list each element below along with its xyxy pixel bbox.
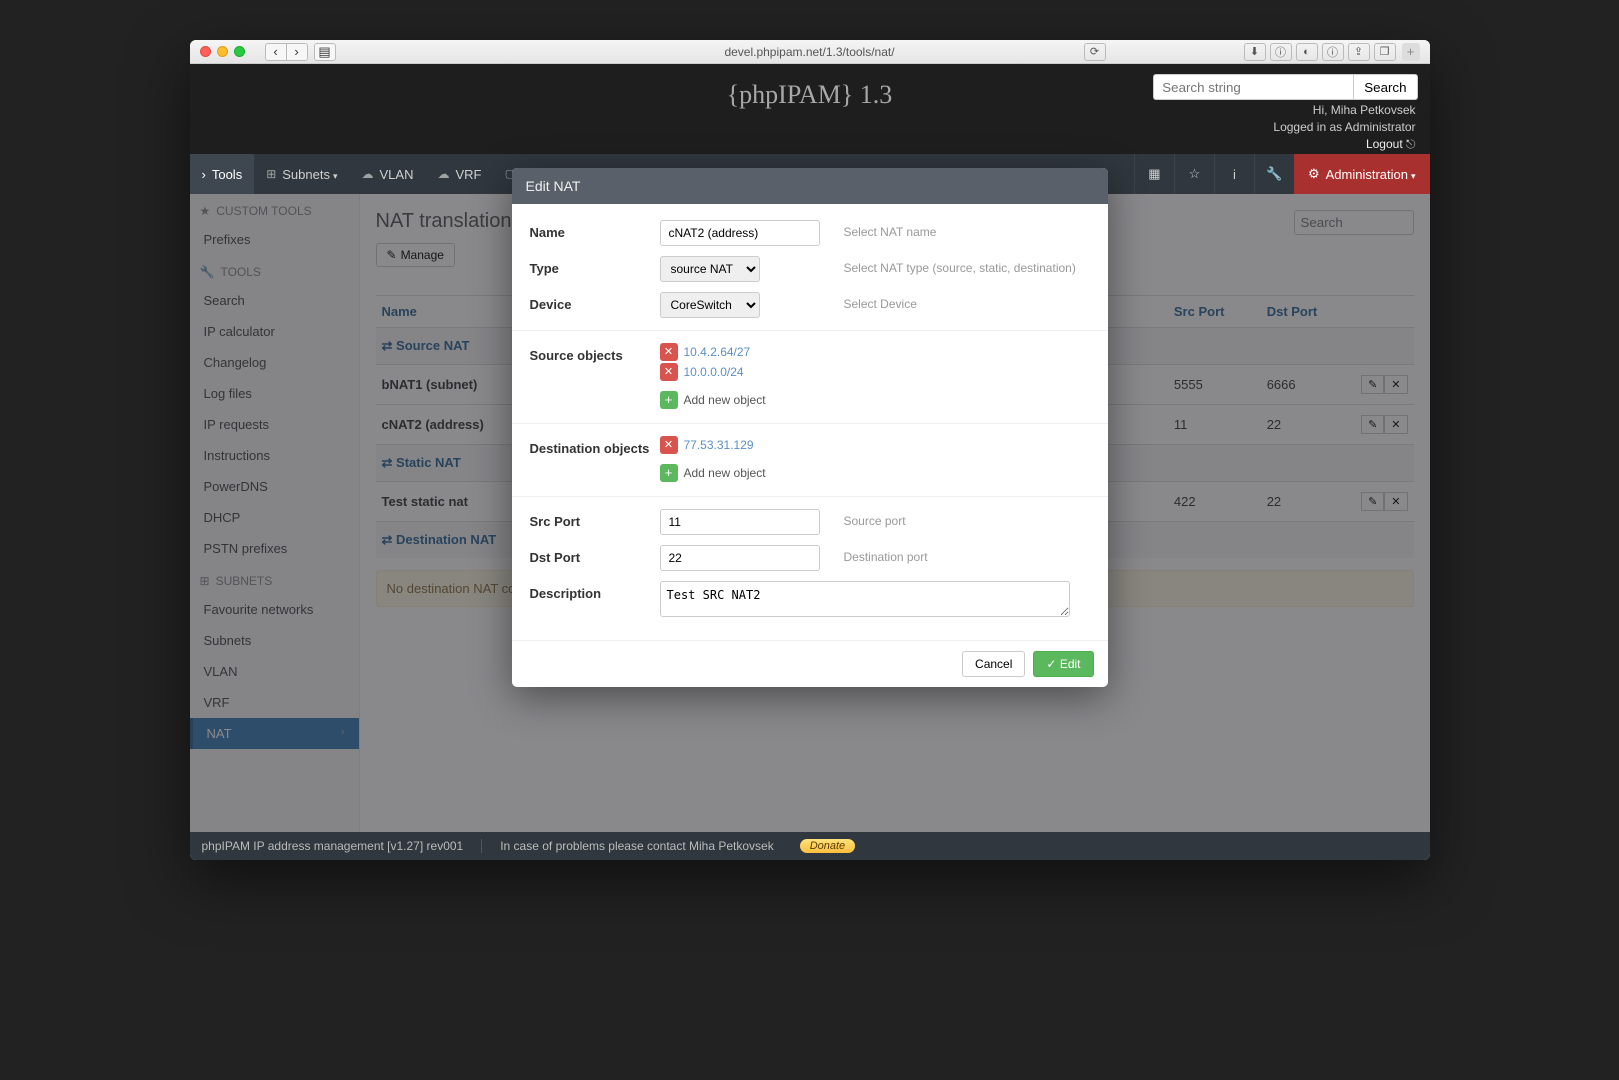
check-icon: ✓ — [1046, 657, 1056, 671]
nat-type-select[interactable]: source NAT — [660, 256, 760, 282]
share-icon[interactable]: ⇪ — [1348, 43, 1370, 61]
user-greeting: Hi, Miha Petkovsek — [1273, 102, 1415, 119]
edit-nat-modal: Edit NAT Name Select NAT name Type sourc… — [512, 168, 1108, 687]
footer: phpIPAM IP address management [v1.27] re… — [190, 832, 1430, 860]
label-src-port: Src Port — [530, 509, 660, 535]
nav-dashboard-button[interactable]: ▦ — [1134, 154, 1174, 194]
nav-favourites-button[interactable]: ☆ — [1174, 154, 1214, 194]
user-role: Logged in as Administrator — [1273, 119, 1415, 136]
chevron-right-icon — [202, 167, 206, 182]
help-type: Select NAT type (source, static, destina… — [844, 256, 1076, 282]
help-src-port: Source port — [844, 509, 906, 535]
nav-item-subnets[interactable]: ⊞Subnets — [254, 154, 349, 194]
nat-name-input[interactable] — [660, 220, 820, 246]
nav-info-button[interactable]: i — [1214, 154, 1254, 194]
global-search-button[interactable]: Search — [1353, 74, 1417, 100]
remove-source-object-button[interactable]: ✕ — [660, 363, 678, 381]
logout-icon: ⎋ — [1406, 137, 1416, 151]
label-destination-objects: Destination objects — [530, 436, 660, 484]
cloud-icon: ☁ — [437, 167, 449, 181]
url-bar[interactable]: devel.phpipam.net/1.3/tools/nat/ — [724, 45, 894, 59]
logout-link[interactable]: Logout — [1366, 137, 1403, 151]
label-source-objects: Source objects — [530, 343, 660, 411]
source-object-link[interactable]: 10.4.2.64/27 — [684, 345, 751, 359]
info-icon[interactable]: ⓘ — [1270, 43, 1292, 61]
footer-contact: In case of problems please contact Miha … — [500, 839, 773, 853]
help-dst-port: Destination port — [844, 545, 928, 571]
label-dst-port: Dst Port — [530, 545, 660, 571]
nat-device-select[interactable]: CoreSwitch — [660, 292, 760, 318]
nav-forward-button[interactable] — [286, 43, 308, 61]
nav-item-vrf[interactable]: ☁VRF — [425, 154, 493, 194]
add-object-label: Add new object — [684, 466, 766, 480]
label-device: Device — [530, 292, 660, 318]
window-minimize-icon[interactable] — [217, 46, 228, 57]
sidebar-toggle-button[interactable]: ▤ — [314, 43, 336, 61]
label-name: Name — [530, 220, 660, 246]
ext3-icon[interactable]: ⓘ — [1322, 43, 1344, 61]
add-source-object-button[interactable]: + — [660, 391, 678, 409]
nav-item-tools[interactable]: Tools — [190, 154, 255, 194]
help-name: Select NAT name — [844, 220, 937, 246]
dst-port-input[interactable] — [660, 545, 820, 571]
global-search-input[interactable] — [1153, 74, 1353, 100]
tabs-icon[interactable]: ❐ — [1374, 43, 1396, 61]
nav-item-vlan[interactable]: ☁VLAN — [350, 154, 426, 194]
wrench-icon: 🔧 — [1266, 166, 1282, 182]
window-maximize-icon[interactable] — [234, 46, 245, 57]
ext2-icon[interactable]: ◐ — [1296, 43, 1318, 61]
modal-title: Edit NAT — [512, 168, 1108, 204]
src-port-input[interactable] — [660, 509, 820, 535]
gear-icon: ⚙ — [1308, 166, 1320, 182]
star-icon: ☆ — [1189, 166, 1201, 182]
download-icon[interactable]: ⬇ — [1244, 43, 1266, 61]
help-device: Select Device — [844, 292, 917, 318]
add-object-label: Add new object — [684, 393, 766, 407]
add-destination-object-button[interactable]: + — [660, 464, 678, 482]
nav-settings-button[interactable]: 🔧 — [1254, 154, 1294, 194]
sitemap-icon: ⊞ — [266, 167, 276, 181]
nav-back-button[interactable] — [265, 43, 287, 61]
remove-destination-object-button[interactable]: ✕ — [660, 436, 678, 454]
label-description: Description — [530, 581, 660, 620]
source-object-link[interactable]: 10.0.0.0/24 — [684, 365, 744, 379]
cancel-button[interactable]: Cancel — [962, 651, 1025, 677]
chevron-left-icon — [273, 44, 277, 59]
info-icon: i — [1233, 167, 1236, 182]
donate-button[interactable]: Donate — [800, 839, 855, 853]
nav-administration[interactable]: ⚙Administration — [1294, 154, 1430, 194]
description-textarea[interactable]: Test SRC NAT2 — [660, 581, 1070, 617]
browser-chrome-bar: ▤ devel.phpipam.net/1.3/tools/nat/ ⟳ ⬇ ⓘ… — [190, 40, 1430, 64]
cloud-icon: ☁ — [362, 167, 374, 181]
app-header: {phpIPAM} 1.3 Search Hi, Miha Petkovsek … — [190, 64, 1430, 154]
destination-object-link[interactable]: 77.53.31.129 — [684, 438, 754, 452]
submit-button[interactable]: ✓ Edit — [1033, 651, 1093, 677]
chevron-right-icon — [294, 44, 298, 59]
new-tab-button[interactable]: + — [1402, 43, 1420, 61]
grid-icon: ▦ — [1148, 166, 1160, 182]
footer-version: phpIPAM IP address management [v1.27] re… — [202, 839, 464, 853]
label-type: Type — [530, 256, 660, 282]
remove-source-object-button[interactable]: ✕ — [660, 343, 678, 361]
window-close-icon[interactable] — [200, 46, 211, 57]
reload-icon[interactable]: ⟳ — [1084, 43, 1106, 61]
